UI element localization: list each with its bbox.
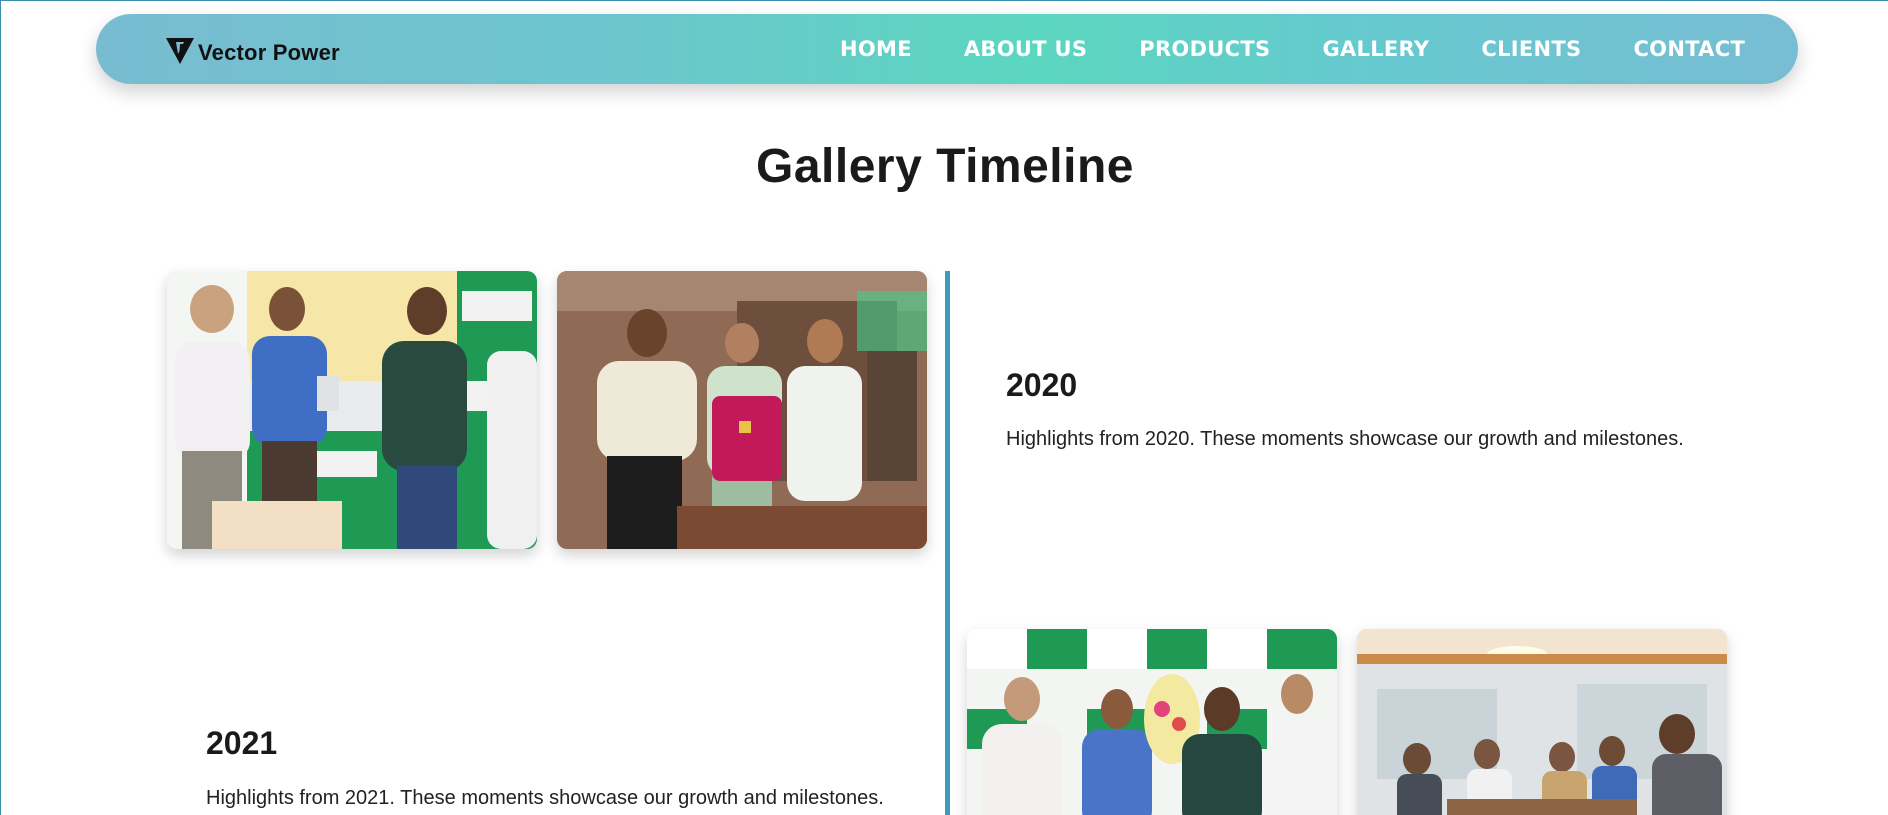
timeline-description-2021: Highlights from 2021. These moments show…: [206, 787, 884, 809]
main-nav: HOME ABOUT US PRODUCTS GALLERY CLIENTS C…: [840, 14, 1745, 84]
nav-products[interactable]: PRODUCTS: [1139, 37, 1270, 61]
brand-logo[interactable]: Vector Power: [166, 36, 340, 66]
award-ceremony-photo[interactable]: [167, 271, 537, 549]
timeline-year-2021: 2021: [206, 725, 278, 761]
nav-clients[interactable]: CLIENTS: [1481, 37, 1581, 61]
bouquet-presentation-photo[interactable]: [967, 629, 1337, 815]
top-navbar: Vector Power HOME ABOUT US PRODUCTS GALL…: [96, 14, 1798, 84]
nav-contact[interactable]: CONTACT: [1633, 37, 1745, 61]
brand-name: Vector Power: [198, 40, 340, 65]
page-title: Gallery Timeline: [756, 140, 1134, 193]
nav-about-us[interactable]: ABOUT US: [964, 37, 1087, 61]
vector-v-logo-icon: [166, 38, 194, 64]
nav-gallery[interactable]: GALLERY: [1322, 37, 1429, 61]
timeline-year-2020: 2020: [1006, 367, 1078, 403]
meeting-room-photo[interactable]: [1357, 629, 1727, 815]
jersey-presentation-photo[interactable]: [557, 271, 927, 549]
timeline-line: [945, 271, 950, 815]
nav-home[interactable]: HOME: [840, 37, 912, 61]
timeline-description-2020: Highlights from 2020. These moments show…: [1006, 428, 1684, 450]
